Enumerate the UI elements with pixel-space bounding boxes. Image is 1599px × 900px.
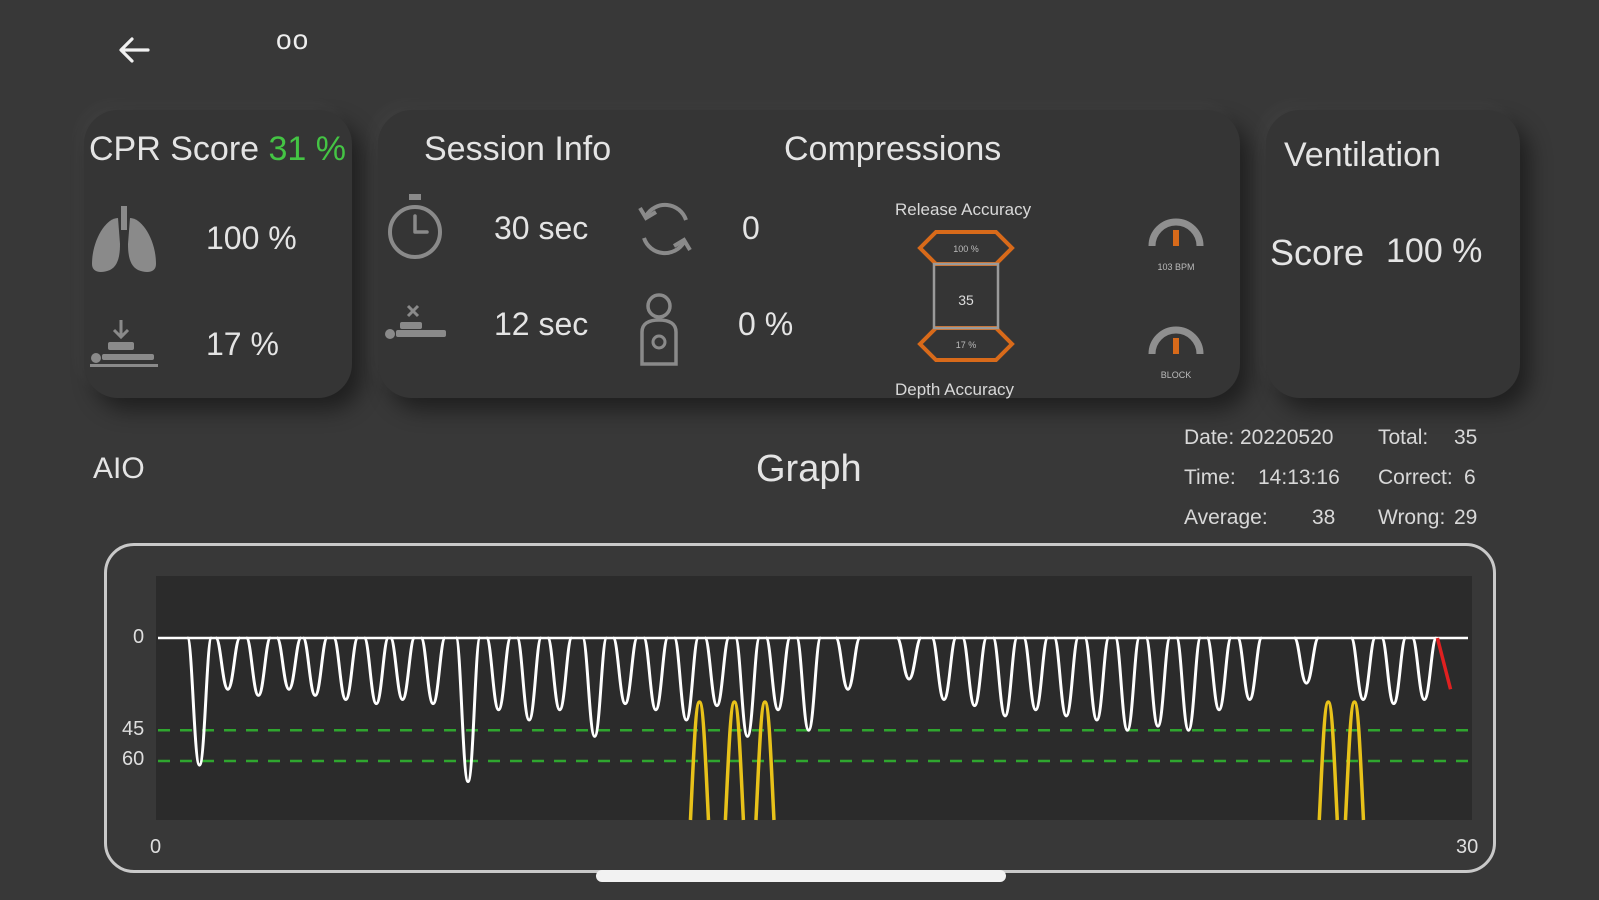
cpr-score-label: CPR Score [89,130,260,168]
home-indicator[interactable] [596,870,1006,882]
lungs-icon [92,206,156,272]
stat-wrong-value: 29 [1454,506,1478,529]
rate-gauge-icon [1148,218,1204,247]
x-tick-label: 0 [150,836,162,858]
depth-accuracy-label: Depth Accuracy [895,380,1015,399]
session-hand-position: 0 % [738,306,794,342]
session-idle-time: 12 sec [494,306,589,342]
cycle-icon [638,202,692,256]
stat-time-value: 14:13:16 [1258,466,1340,489]
graph-mode-label[interactable]: AIO [93,452,145,486]
hand-position-icon [640,293,678,366]
stat-correct-label: Correct: [1378,466,1453,489]
stat-total-label: Total: [1378,426,1429,449]
back-arrow-icon[interactable] [112,28,156,72]
idle-time-icon [385,304,446,339]
y-tick-label: 45 [122,718,145,740]
rate-gauge-label: 103 BPM [1157,262,1195,272]
y-tick-label: 60 [122,748,145,770]
stat-total-value: 35 [1454,426,1478,449]
ventilation-score-value: 100 % [1386,232,1483,270]
cpr-ventilation-pct: 100 % [206,220,297,256]
cpr-score-value: 31 % [268,130,347,168]
session-info-title: Session Info [424,130,612,168]
stat-date-label: Date: [1184,426,1235,449]
depth-accuracy-value: 17 % [955,340,977,350]
stat-average-value: 38 [1312,506,1336,529]
block-gauge-label: BLOCK [1160,370,1192,380]
header-title: oo [276,24,310,55]
compression-count: 35 [958,292,974,308]
stat-date-value: 20220520 [1240,426,1334,449]
stat-wrong-label: Wrong: [1378,506,1446,529]
graph-title: Graph [756,448,862,490]
stat-time-label: Time: [1184,466,1236,489]
stopwatch-icon [388,194,442,259]
stat-correct-value: 6 [1464,466,1476,489]
graph-plot-area [156,576,1472,820]
session-cycles: 0 [742,210,760,246]
block-gauge-icon [1148,326,1204,355]
cpr-score-heading: CPR Score 31 % [89,130,346,169]
ventilation-score-label: Score [1270,232,1365,273]
stat-average-label: Average: [1184,506,1268,529]
session-duration: 30 sec [494,210,589,246]
release-accuracy-label: Release Accuracy [895,200,1032,219]
cpr-compression-pct: 17 % [206,326,279,362]
ventilation-title: Ventilation [1284,136,1441,174]
compression-icon [90,320,158,367]
y-tick-label: 0 [133,626,145,648]
compressions-title: Compressions [784,130,1002,168]
x-tick-label: 30 [1456,836,1479,858]
release-accuracy-value: 100 % [953,244,979,254]
